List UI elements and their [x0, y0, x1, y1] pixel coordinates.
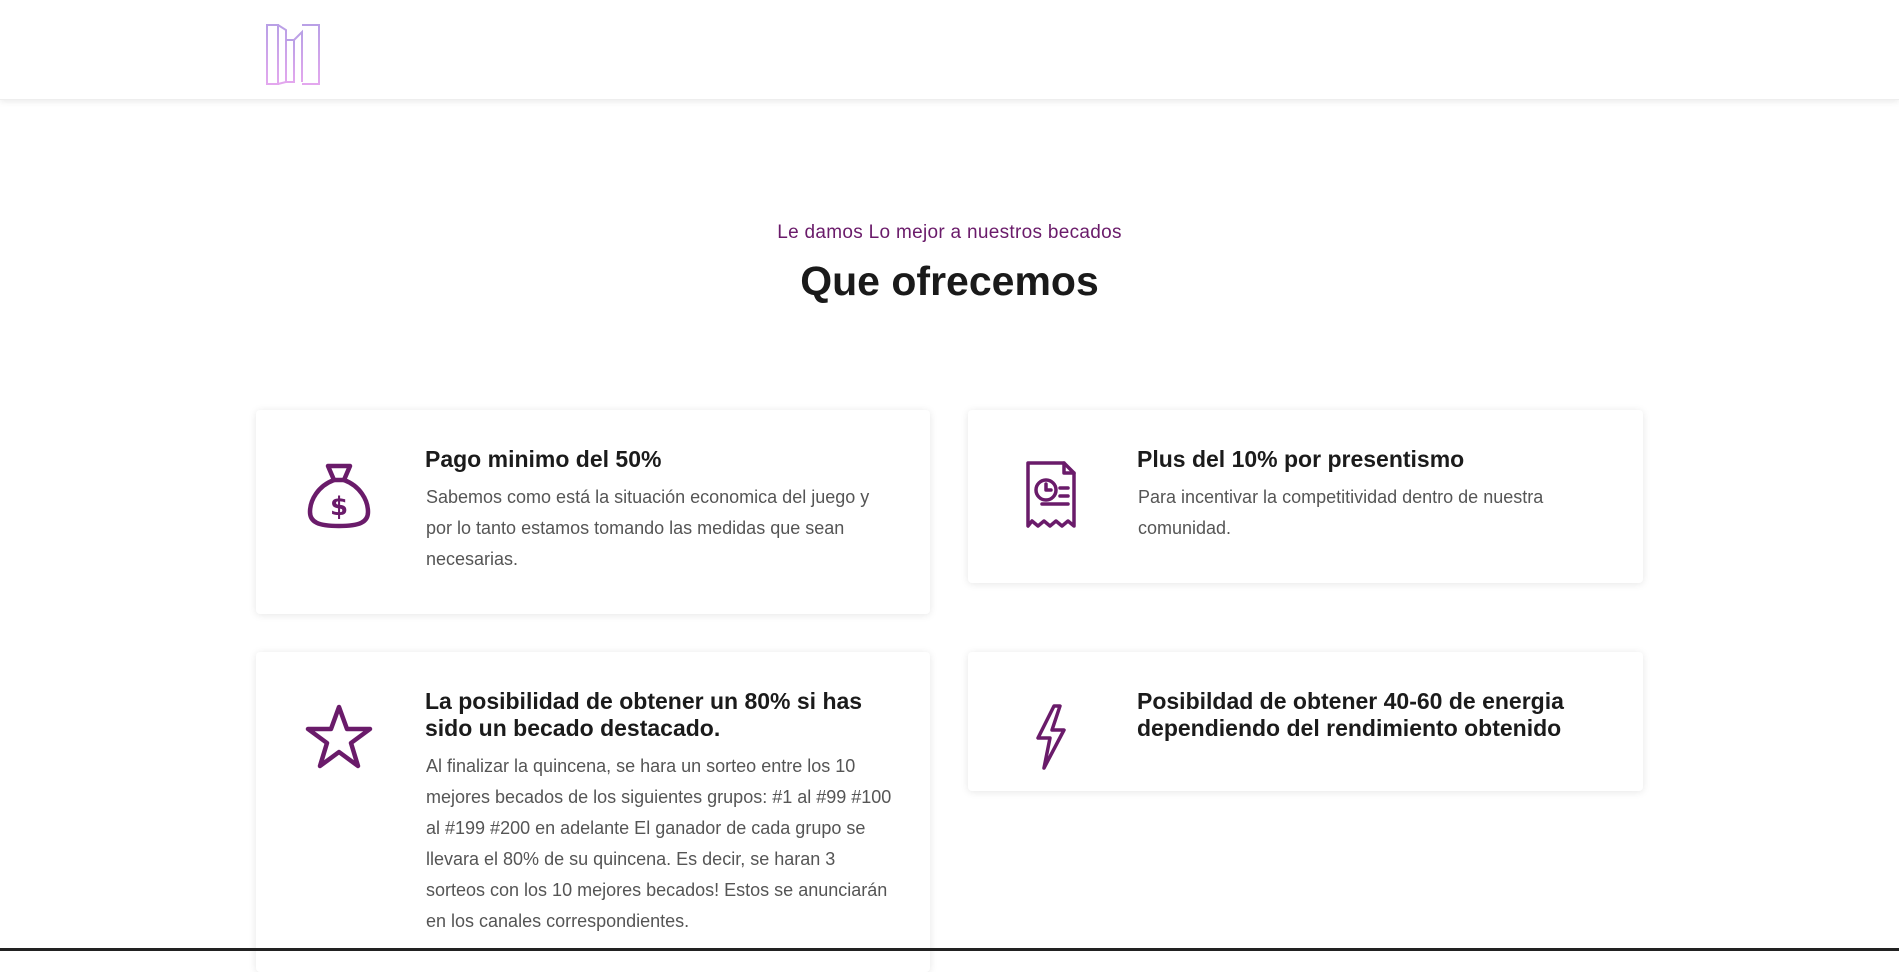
money-bag-icon: $ — [304, 460, 374, 530]
feature-card-energia: Posibildad de obtener 40-60 de energia d… — [968, 652, 1643, 791]
feature-card-becado-destacado: La posibilidad de obtener un 80% si has … — [256, 652, 930, 972]
site-header — [0, 0, 1899, 100]
receipt-clock-icon — [1016, 460, 1086, 530]
card-text: Sabemos como está la situación economica… — [426, 487, 870, 569]
svg-text:$: $ — [330, 492, 348, 522]
card-title: Posibildad de obtener 40-60 de energia d… — [1137, 688, 1564, 741]
card-text: Al finalizar la quincena, se hara un sor… — [426, 756, 892, 931]
lightning-icon — [1016, 702, 1086, 772]
section-eyebrow: Le damos Lo mejor a nuestros becados — [777, 222, 1122, 243]
card-title: Plus del 10% por presentismo — [1137, 446, 1465, 472]
section-title: Que ofrecemos — [800, 258, 1099, 304]
star-icon — [304, 702, 374, 772]
feature-card-pago-minimo: $ Pago minimo del 50% Sabemos como está … — [256, 410, 930, 614]
card-text: Para incentivar la competitividad dentro… — [1138, 487, 1544, 538]
card-title: Pago minimo del 50% — [425, 446, 662, 472]
feature-card-presentismo: Plus del 10% por presentismo Para incent… — [968, 410, 1643, 583]
card-title: La posibilidad de obtener un 80% si has … — [425, 688, 863, 741]
brand-logo-icon[interactable] — [264, 22, 322, 86]
